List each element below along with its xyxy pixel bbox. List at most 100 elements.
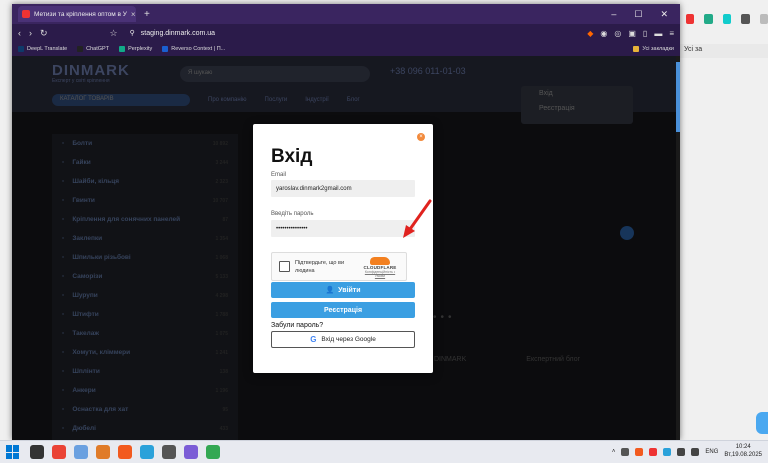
tray-icon[interactable] [663, 448, 672, 456]
site-logo-subtitle: Експерт у світі кріплення [52, 78, 110, 84]
sidebar-item[interactable]: ▫ Гвинти 10 707 [52, 191, 238, 210]
minimize-icon[interactable]: – [611, 9, 616, 20]
site-nav: КАТАЛОГ ТОВАРІВ Про компанію Послуги Інд… [52, 94, 360, 106]
tray-chevron-icon[interactable]: ˄ [612, 449, 616, 455]
sidebar-item[interactable]: ▫ Гайки 3 244 [52, 153, 238, 172]
sidebar-item[interactable]: ▫ Оснастка для хат 95 [52, 400, 238, 419]
help-widget[interactable] [756, 412, 768, 434]
menu-icon[interactable]: ≡ [669, 29, 674, 38]
tray-icon[interactable] [621, 448, 630, 456]
sidebar-item[interactable]: ▫ Саморізи 5 133 [52, 267, 238, 286]
extension-icon[interactable]: ◎ [614, 29, 621, 38]
site-info-icon[interactable]: ⚲ [130, 29, 135, 37]
taskbar-apps [30, 445, 220, 459]
bookmark-star-icon[interactable]: ☆ [110, 28, 118, 39]
sidebar-item-count: 433 [219, 425, 228, 432]
sidebar-item[interactable]: ▫ Шурупи 4 298 [52, 286, 238, 305]
chrome-icon[interactable] [52, 445, 66, 459]
nav-item[interactable]: Про компанію [208, 97, 247, 103]
sidebar-item[interactable]: ▫ Дюбелі 433 [52, 419, 238, 438]
dropdown-login[interactable]: Вхід [521, 86, 633, 101]
site-phone[interactable]: +38 096 011-01-03 [390, 66, 466, 76]
sidebar-icon[interactable]: ▯ [643, 29, 647, 38]
reload-icon[interactable]: ↻ [40, 28, 48, 39]
sidebar-item[interactable]: ▫ Шпильки різьбові 1 068 [52, 248, 238, 267]
app-icon[interactable] [162, 445, 176, 459]
sidebar-item-count: 2 323 [215, 178, 228, 185]
google-login-button[interactable]: G Вхід через Google [271, 331, 415, 348]
telegram-icon[interactable] [140, 445, 154, 459]
back-icon[interactable]: ‹ [18, 28, 21, 38]
window-controls: – ☐ ✕ [611, 9, 680, 20]
catalog-button[interactable]: КАТАЛОГ ТОВАРІВ [52, 94, 190, 106]
favicon-icon [22, 10, 30, 18]
sidebar-item[interactable]: ▫ Шплінти 138 [52, 362, 238, 381]
sidebar-item[interactable]: ▫ Анкери 1 196 [52, 381, 238, 400]
volume-icon[interactable] [691, 448, 700, 456]
all-bookmarks[interactable]: Усі закладки [633, 46, 674, 52]
site-search-input[interactable]: Я шукаю [180, 66, 370, 82]
email-field[interactable]: yaroslav.dinmark2gmail.com [271, 180, 415, 197]
extension-icon[interactable]: ◉ [600, 29, 607, 38]
app-icon [686, 14, 695, 24]
sidebar-item[interactable]: ▫ Такелаж 1 075 [52, 324, 238, 343]
sidebar-item[interactable]: ▫ Штифти 1 788 [52, 305, 238, 324]
sidebar-item-label: Штифти [72, 311, 99, 318]
nav-item[interactable]: Блог [347, 97, 360, 103]
register-button[interactable]: Реєстрація [271, 302, 415, 318]
forgot-password-link[interactable]: Забули пароль? [271, 322, 323, 329]
maximize-icon[interactable]: ☐ [634, 9, 642, 20]
slider-next-icon[interactable] [620, 226, 634, 240]
tab-bar: Метизи та кріплення оптом в У × + – ☐ ✕ [12, 4, 680, 24]
url-text: staging.dinmark.com.ua [140, 29, 216, 37]
background-tab[interactable]: Усі за [680, 44, 768, 58]
site-logo[interactable]: DINMARK [52, 62, 130, 79]
close-icon[interactable]: × [417, 133, 425, 141]
blog-link[interactable]: Експертний блог [526, 356, 580, 363]
captcha-links[interactable]: Конфіденційність • Умови [360, 270, 400, 278]
password-field[interactable]: ••••••••••••••• [271, 220, 415, 237]
bookmark-item[interactable]: ChatGPT [77, 46, 109, 52]
category-icon: ▫ [62, 273, 65, 280]
wallet-icon[interactable]: ▬ [654, 29, 662, 38]
scrollbar-thumb[interactable] [676, 62, 680, 132]
tray-icon[interactable] [649, 448, 658, 456]
nav-item[interactable]: Послуги [265, 97, 288, 103]
bookmark-item[interactable]: Reverso Context | П... [162, 46, 225, 52]
login-button[interactable]: 👤 Увійти [271, 282, 415, 298]
explorer-icon[interactable] [96, 445, 110, 459]
address-bar-row: ‹ › ↻ ☆ ⚲ staging.dinmark.com.ua ◆ ◉ ◎ ▣… [12, 24, 680, 42]
sidebar-item-count: 10 707 [212, 197, 228, 204]
brave-shield-icon[interactable]: ◆ [587, 29, 593, 38]
close-tab-icon[interactable]: × [131, 10, 136, 19]
chrome-icon[interactable] [206, 445, 220, 459]
forward-icon[interactable]: › [29, 28, 32, 38]
sidebar-item[interactable]: ▫ Заклепки 1 354 [52, 229, 238, 248]
bookmark-item[interactable]: Perplexity [119, 46, 152, 52]
blog-link[interactable]: DINMARK [434, 356, 466, 363]
browser-tab[interactable]: Метизи та кріплення оптом в У × [18, 6, 136, 22]
nav-item[interactable]: Індустрії [305, 97, 329, 103]
search-icon[interactable] [30, 445, 44, 459]
wifi-icon[interactable] [677, 448, 686, 456]
new-tab-button[interactable]: + [144, 9, 150, 20]
folder-icon [633, 46, 640, 52]
viber-icon[interactable] [184, 445, 198, 459]
clock[interactable]: 10:24 Вт,19.08.2025 [724, 444, 762, 460]
brave-icon[interactable] [118, 445, 132, 459]
bookmark-item[interactable]: DeepL Translate [18, 46, 67, 52]
sidebar-item[interactable]: ▫ Хомути, кліммери 1 241 [52, 343, 238, 362]
extension-icon[interactable]: ▣ [628, 29, 636, 38]
sidebar-item[interactable]: ▫ Шайби, кільця 2 323 [52, 172, 238, 191]
close-window-icon[interactable]: ✕ [660, 9, 668, 20]
address-bar[interactable]: ⚲ staging.dinmark.com.ua [126, 26, 580, 40]
sidebar-item[interactable]: ▫ Болти 10 892 [52, 134, 238, 153]
language-indicator[interactable]: ENG [705, 449, 718, 455]
file-icon[interactable] [74, 445, 88, 459]
sidebar-item[interactable]: ▫ Кріплення для сонячних панелей 87 [52, 210, 238, 229]
dropdown-register[interactable]: Реєстрація [521, 101, 633, 116]
captcha-checkbox[interactable] [279, 261, 290, 272]
tray-icon[interactable] [635, 448, 644, 456]
windows-start-icon[interactable] [6, 445, 20, 459]
app-icon [722, 14, 732, 24]
